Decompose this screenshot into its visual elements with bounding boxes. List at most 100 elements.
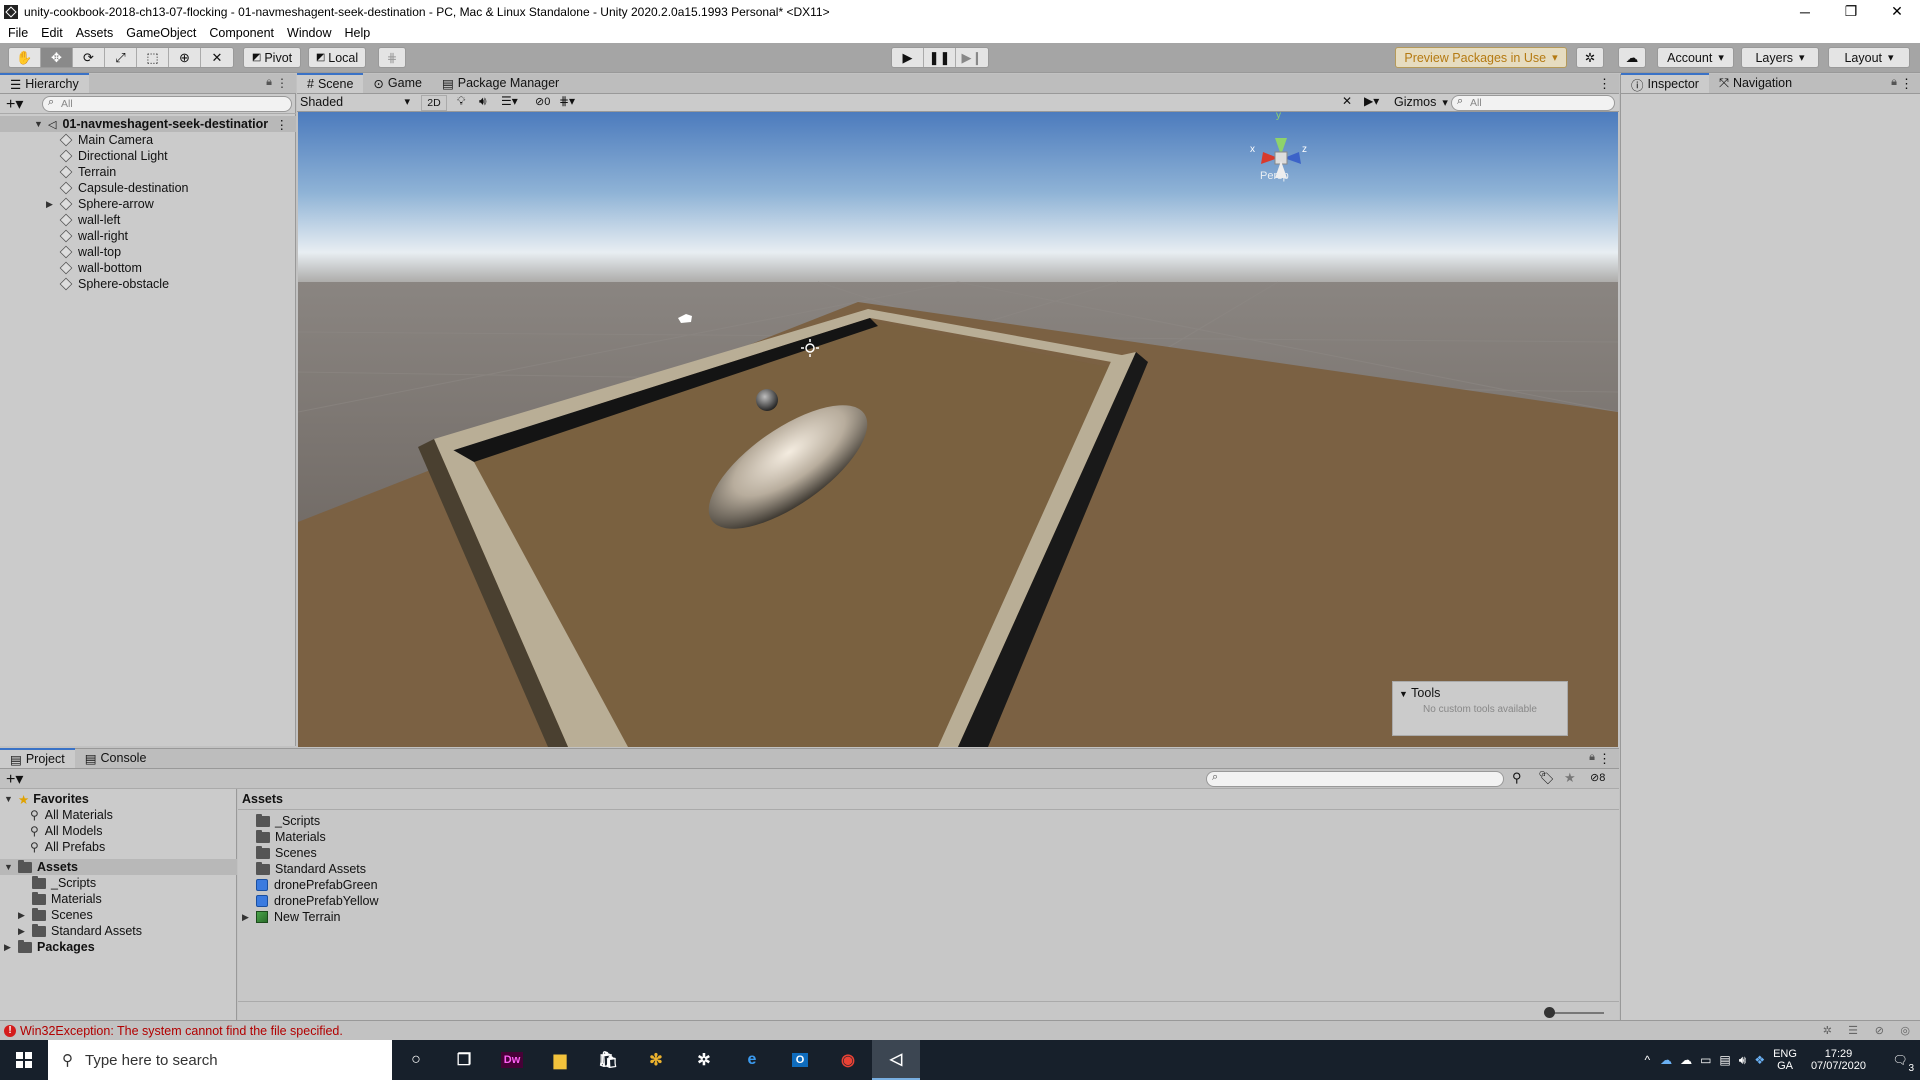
search-by-type-icon[interactable]: ⚲ <box>1512 770 1522 786</box>
asset-item[interactable]: Scenes <box>256 845 317 861</box>
task-view-icon[interactable]: ❐ <box>440 1040 488 1080</box>
hidden-packages-toggle[interactable]: ⊘8 <box>1590 771 1605 784</box>
menu-edit[interactable]: Edit <box>41 26 63 40</box>
project-more-icon[interactable]: ⋮ <box>1598 751 1611 767</box>
menu-gameobject[interactable]: GameObject <box>126 26 196 40</box>
outlook-icon[interactable]: O <box>776 1040 824 1080</box>
assets-tree-item[interactable]: Materials <box>32 891 102 907</box>
project-lock-icon[interactable]: 🔒︎ <box>1589 751 1595 764</box>
layout-dropdown[interactable]: Layout <box>1828 47 1910 68</box>
transform-tool-icon[interactable]: ⊕ <box>169 48 201 67</box>
bake-status-icon[interactable]: ⊘ <box>1875 1024 1884 1037</box>
hierarchy-search-input[interactable]: All <box>42 96 292 112</box>
audio-toggle-icon[interactable]: 🔊︎ <box>479 94 487 109</box>
more-options-icon[interactable]: ⋮ <box>276 76 288 90</box>
taskbar-search-box[interactable]: ⚲ Type here to search <box>48 1040 392 1080</box>
scale-tool-icon[interactable]: ⤢ <box>105 48 137 67</box>
grid-snap-button[interactable]: ⋕ <box>378 47 406 68</box>
assets-tree-item[interactable]: ▶ Scenes <box>18 907 93 923</box>
auto-generate-icon[interactable]: ◎ <box>1900 1024 1910 1037</box>
hierarchy-item[interactable]: wall-bottom <box>59 260 142 276</box>
asset-item[interactable]: _Scripts <box>256 813 320 829</box>
clock[interactable]: 17:29 07/07/2020 <box>1811 1048 1866 1072</box>
tools-overlay-title[interactable]: ▼ Tools <box>1393 682 1567 704</box>
debug-icon[interactable]: ✲ <box>1823 1024 1832 1037</box>
favorites-item[interactable]: ⚲ All Models <box>30 823 102 839</box>
tab-scene[interactable]: # Scene <box>297 73 364 93</box>
expand-arrow-icon[interactable]: ▶ <box>242 912 252 923</box>
restore-button[interactable]: ❐ <box>1828 0 1874 23</box>
lighting-toggle-icon[interactable]: 💡︎ <box>457 94 465 109</box>
assets-tree-item[interactable]: _Scripts <box>32 875 96 891</box>
move-tool-icon[interactable]: ✥ <box>41 48 73 67</box>
lock-icon[interactable]: 🔒︎ <box>266 76 272 89</box>
start-button[interactable] <box>0 1040 48 1080</box>
inspector-more-icon[interactable]: ⋮ <box>1900 76 1913 92</box>
network-icon[interactable]: ▤ <box>1719 1053 1730 1067</box>
create-add-icon[interactable]: +▾ <box>6 94 23 114</box>
battery-icon[interactable]: ▭ <box>1700 1053 1711 1067</box>
expand-arrow-icon[interactable]: ▼ <box>34 119 44 129</box>
tab-navigation[interactable]: ⤧ Navigation <box>1709 73 1802 93</box>
dreamweaver-icon[interactable]: Dw <box>488 1040 536 1080</box>
play-icon[interactable]: ▶ <box>892 48 924 67</box>
dropbox-icon[interactable]: ❖ <box>1754 1053 1765 1067</box>
cortana-icon[interactable]: ○ <box>392 1040 440 1080</box>
asset-item[interactable]: dronePrefabYellow <box>256 893 378 909</box>
favorites-item[interactable]: ⚲ All Materials <box>30 807 113 823</box>
assets-breadcrumb[interactable]: Assets <box>242 792 283 806</box>
slack-icon[interactable]: ✻ <box>632 1040 680 1080</box>
hierarchy-item[interactable]: Capsule-destination <box>59 180 189 196</box>
menu-component[interactable]: Component <box>209 26 274 40</box>
tab-console[interactable]: ▤ Console <box>75 748 157 768</box>
collapse-arrow-icon[interactable]: ▶ <box>46 199 56 210</box>
hierarchy-item[interactable]: wall-right <box>59 228 128 244</box>
hand-tool-icon[interactable]: ✋ <box>9 48 41 67</box>
menu-file[interactable]: File <box>8 26 28 40</box>
asset-item[interactable]: Materials <box>256 829 326 845</box>
notifications-button[interactable]: 🗨︎ 3 <box>1880 1040 1920 1080</box>
favorites-arrow-icon[interactable]: ▼ <box>4 794 14 804</box>
cloud-sync-icon[interactable]: ☁ <box>1680 1053 1692 1067</box>
scene-options-icon[interactable]: ⋮ <box>276 117 289 132</box>
tab-game[interactable]: ⊙ Game <box>363 73 432 93</box>
scene-root-row[interactable]: ▼ ◁ 01-navmeshagent-seek-destinatior ⋮ <box>0 116 296 132</box>
store-icon[interactable]: 🛍︎ <box>584 1040 632 1080</box>
menu-assets[interactable]: Assets <box>76 26 114 40</box>
grid-toggle-icon[interactable]: ⋕▾ <box>559 94 575 108</box>
layers-dropdown[interactable]: Layers <box>1741 47 1819 68</box>
tools-toggle-icon[interactable]: ✕ <box>1342 94 1352 108</box>
cloud-button[interactable]: ☁ <box>1618 47 1646 68</box>
assets-tree-item[interactable]: ▶ Standard Assets <box>18 923 142 939</box>
onedrive-icon[interactable]: ☁ <box>1660 1053 1672 1067</box>
hierarchy-item[interactable]: Sphere-obstacle <box>59 276 169 292</box>
unity-icon[interactable]: ◁ <box>872 1040 920 1080</box>
chrome-icon[interactable]: ◉ <box>824 1040 872 1080</box>
icon-size-slider-thumb[interactable] <box>1544 1007 1555 1018</box>
hierarchy-item[interactable]: wall-left <box>59 212 120 228</box>
inspector-lock-icon[interactable]: 🔒︎ <box>1891 76 1897 89</box>
tab-project[interactable]: ▤ Project <box>0 748 75 768</box>
settings-icon[interactable]: ✲ <box>680 1040 728 1080</box>
packages-row[interactable]: ▶ Packages <box>4 939 95 955</box>
rotate-tool-icon[interactable]: ⟳ <box>73 48 105 67</box>
file-explorer-icon[interactable]: ▆ <box>536 1040 584 1080</box>
volume-icon[interactable]: 🔊︎ <box>1739 1053 1747 1068</box>
status-bar[interactable]: ! Win32Exception: The system cannot find… <box>0 1020 1920 1040</box>
tab-package-manager[interactable]: ▤ Package Manager <box>432 73 569 93</box>
assets-root-row[interactable]: ▼ Assets <box>0 859 237 875</box>
hierarchy-item[interactable]: Main Camera <box>59 132 153 148</box>
asset-item[interactable]: ▶ New Terrain <box>242 909 340 925</box>
collab-button[interactable]: ✲ <box>1576 47 1604 68</box>
account-dropdown[interactable]: Account <box>1657 47 1734 68</box>
tab-inspector[interactable]: ⓘ Inspector <box>1621 73 1709 93</box>
custom-tool-icon[interactable]: ✕ <box>201 48 233 67</box>
assets-arrow-icon[interactable]: ▼ <box>4 862 14 872</box>
project-create-icon[interactable]: +▾ <box>6 769 23 789</box>
edge-icon[interactable]: e <box>728 1040 776 1080</box>
camera-icon[interactable]: ▶▾ <box>1364 94 1379 108</box>
2d-toggle[interactable]: 2D <box>421 95 447 111</box>
asset-item[interactable]: Standard Assets <box>256 861 366 877</box>
expand-arrow-icon[interactable]: ▶ <box>18 926 28 937</box>
hierarchy-item[interactable]: wall-top <box>59 244 121 260</box>
